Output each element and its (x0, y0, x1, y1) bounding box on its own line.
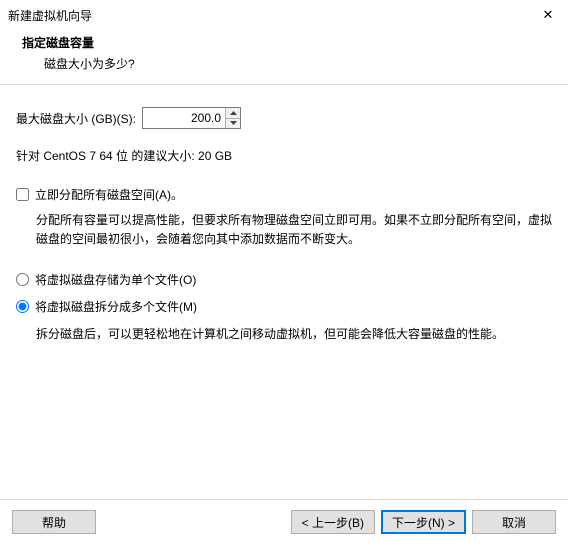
cancel-button[interactable]: 取消 (472, 510, 556, 534)
spinner-down-icon[interactable] (226, 119, 240, 129)
disk-size-input[interactable] (143, 108, 225, 128)
disk-size-label: 最大磁盘大小 (GB)(S): (16, 110, 136, 127)
page-heading: 指定磁盘容量 (22, 34, 568, 51)
next-button[interactable]: 下一步(N) > (381, 510, 466, 534)
store-split-desc: 拆分磁盘后，可以更轻松地在计算机之间移动虚拟机，但可能会降低大容量磁盘的性能。 (16, 325, 552, 344)
footer-bar: 帮助 < 上一步(B) 下一步(N) > 取消 (0, 499, 568, 546)
store-split-radio[interactable] (16, 300, 29, 313)
allocate-now-row: 立即分配所有磁盘空间(A)。 (16, 186, 552, 203)
back-button[interactable]: < 上一步(B) (291, 510, 375, 534)
recommended-size-hint: 针对 CentOS 7 64 位 的建议大小: 20 GB (16, 147, 552, 164)
wizard-header: 指定磁盘容量 磁盘大小为多少? (0, 30, 568, 84)
allocate-now-checkbox[interactable] (16, 188, 29, 201)
store-split-label: 将虚拟磁盘拆分成多个文件(M) (35, 298, 197, 315)
store-single-row: 将虚拟磁盘存储为单个文件(O) (16, 271, 552, 288)
help-button[interactable]: 帮助 (12, 510, 96, 534)
page-subheading: 磁盘大小为多少? (22, 55, 568, 72)
store-split-row: 将虚拟磁盘拆分成多个文件(M) (16, 298, 552, 315)
store-single-radio[interactable] (16, 273, 29, 286)
title-bar: 新建虚拟机向导 ✕ (0, 0, 568, 30)
close-icon[interactable]: ✕ (538, 5, 558, 25)
content-area: 最大磁盘大小 (GB)(S): 针对 CentOS 7 64 位 的建议大小: … (0, 85, 568, 355)
spinner-buttons (225, 108, 240, 128)
allocate-desc: 分配所有容量可以提高性能，但要求所有物理磁盘空间立即可用。如果不立即分配所有空间… (16, 211, 552, 249)
spinner-up-icon[interactable] (226, 108, 240, 119)
allocate-now-label: 立即分配所有磁盘空间(A)。 (35, 186, 183, 203)
disk-size-row: 最大磁盘大小 (GB)(S): (16, 107, 552, 129)
store-single-label: 将虚拟磁盘存储为单个文件(O) (35, 271, 196, 288)
disk-size-spinner[interactable] (142, 107, 241, 129)
window-title: 新建虚拟机向导 (8, 7, 92, 24)
